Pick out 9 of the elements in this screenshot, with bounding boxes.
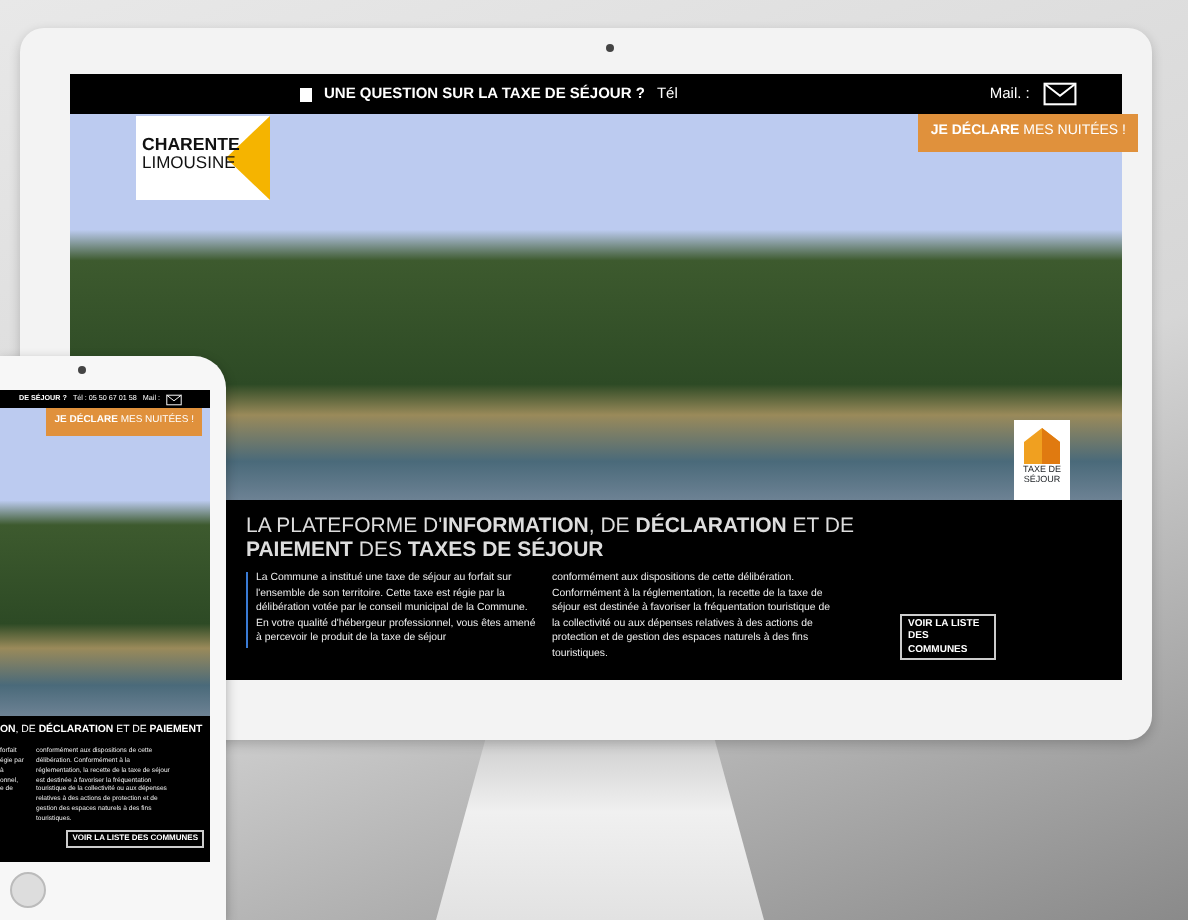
logo-text: CHARENTE [142,136,242,154]
section-heading: LA PLATEFORME D'INFORMATION, DE DÉCLARATION ET DE PAIEMENT DES TAXES DE SÉJOUR [246,516,857,563]
square-icon [300,87,312,101]
house-icon [1022,426,1062,466]
camera-dot [78,366,86,374]
logo-text: LIMOUSINE [142,153,238,171]
mail-icon[interactable] [166,393,182,405]
mail-icon[interactable] [1041,82,1078,106]
camera-dot [606,44,614,52]
